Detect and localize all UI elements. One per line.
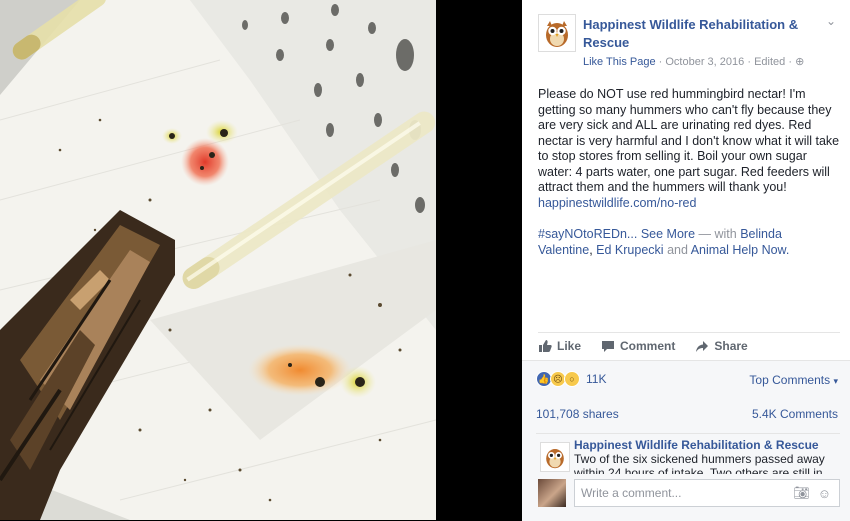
- tag-ed-krupecki[interactable]: Ed Krupecki: [596, 243, 663, 257]
- and-text: and: [667, 242, 688, 257]
- comment-avatar[interactable]: [540, 442, 570, 472]
- comment-text: Happinest Wildlife Rehabilitation & Resc…: [574, 438, 836, 474]
- comment-body: Two of the six sickened hummers passed a…: [574, 452, 825, 474]
- top-comments-dropdown[interactable]: Top Comments ▾: [749, 373, 838, 387]
- comment-button[interactable]: Comment: [601, 339, 675, 353]
- owl-logo-icon: [546, 21, 568, 47]
- user-avatar[interactable]: [538, 479, 566, 507]
- post-sidebar: Happinest Wildlife Rehabilitation & Resc…: [522, 0, 850, 521]
- shares-count-link[interactable]: 101,708 shares: [536, 407, 619, 421]
- globe-icon: ⊕: [795, 56, 805, 68]
- post-tags: #sayNOtoREDn... See More — with Belinda …: [538, 227, 790, 257]
- meta-separator: ·: [747, 56, 751, 68]
- photo-image: [0, 0, 436, 520]
- comment-item: Happinest Wildlife Rehabilitation & Resc…: [536, 433, 840, 474]
- see-more-link[interactable]: See More: [641, 227, 695, 241]
- caret-down-icon: ▾: [833, 376, 838, 386]
- comment-input[interactable]: [579, 485, 794, 501]
- page-avatar[interactable]: [538, 14, 576, 52]
- comment-author-link[interactable]: Happinest Wildlife Rehabilitation & Resc…: [574, 438, 819, 452]
- meta-separator: ·: [658, 56, 663, 68]
- share-label: Share: [714, 339, 748, 353]
- emoji-icon[interactable]: ☺: [818, 486, 831, 501]
- with-prefix: — with: [698, 227, 737, 241]
- post-message: Please do NOT use red hummingbird nectar…: [538, 87, 840, 194]
- like-page-link[interactable]: Like This Page: [583, 56, 656, 68]
- comment-bubble-icon: [602, 341, 615, 352]
- like-button[interactable]: Like: [538, 339, 581, 353]
- edited-link[interactable]: Edited: [754, 56, 785, 68]
- thumbs-up-icon: [539, 340, 552, 352]
- top-comments-label: Top Comments: [749, 373, 831, 387]
- share-arrow-icon: [696, 341, 709, 352]
- reactions-summary[interactable]: 👍 ☹ ○ 11K: [536, 371, 606, 387]
- post-date-link[interactable]: October 3, 2016: [665, 56, 744, 68]
- page-name-link[interactable]: Happinest Wildlife Rehabilitation & Resc…: [583, 16, 823, 52]
- chevron-down-icon[interactable]: ⌄: [826, 14, 836, 28]
- share-button[interactable]: Share: [695, 339, 748, 353]
- post-link[interactable]: happinestwildlife.com/no-red: [538, 196, 696, 210]
- wow-reaction-icon: ○: [564, 371, 580, 387]
- tag-animal-help-now[interactable]: Animal Help Now.: [691, 243, 790, 257]
- comment-box[interactable]: 📷︎ ☺: [574, 479, 840, 507]
- post-photo[interactable]: [0, 0, 436, 520]
- comments-count-link[interactable]: 5.4K Comments: [752, 407, 838, 421]
- hashtag-link[interactable]: #sayNOtoREDn...: [538, 227, 637, 241]
- like-label: Like: [557, 339, 582, 353]
- feedback-section: 👍 ☹ ○ 11K Top Comments ▾ 101,708 shares …: [522, 360, 850, 521]
- meta-separator: ·: [788, 56, 792, 68]
- camera-icon[interactable]: 📷︎: [793, 485, 810, 501]
- reaction-count: 11K: [586, 372, 607, 386]
- comment-composer: 📷︎ ☺: [536, 477, 840, 507]
- post-header: Happinest Wildlife Rehabilitation & Resc…: [538, 14, 840, 74]
- post-meta: Like This Page · October 3, 2016 · Edite…: [583, 55, 804, 68]
- comment-label: Comment: [620, 339, 676, 353]
- photo-viewer[interactable]: [0, 0, 522, 520]
- post-actions: Like Comment Share: [538, 332, 840, 359]
- owl-logo-icon: [546, 449, 564, 469]
- post-body: Please do NOT use red hummingbird nectar…: [538, 87, 840, 258]
